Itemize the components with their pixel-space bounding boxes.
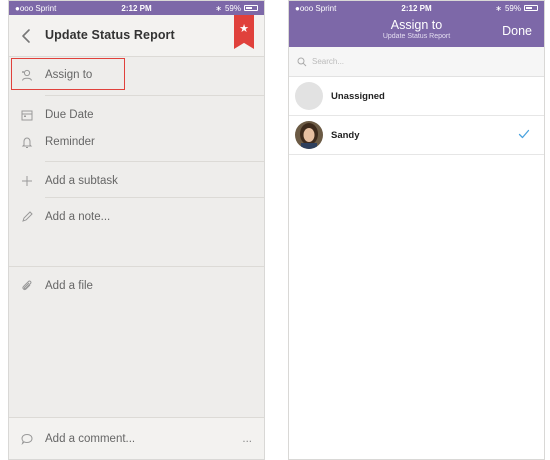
bluetooth-icon: ∗ bbox=[495, 3, 502, 13]
comment-bar[interactable]: Add a comment... ... bbox=[9, 417, 264, 459]
search-icon bbox=[297, 57, 307, 66]
divider bbox=[45, 95, 264, 96]
add-file-label: Add a file bbox=[45, 280, 93, 292]
battery-icon bbox=[244, 5, 258, 11]
battery-percent: 59% bbox=[504, 3, 521, 13]
assign-to-label: Assign to bbox=[45, 69, 93, 81]
divider bbox=[9, 266, 264, 267]
task-detail-screen: ●ooo Sprint 2:12 PM ∗ 59% Update Status … bbox=[8, 0, 265, 460]
task-title: Update Status Report bbox=[45, 28, 175, 42]
assign-screen: ●ooo Sprint 2:12 PM ∗ 59% Assign to Upda… bbox=[288, 0, 545, 460]
assignee-row-sandy[interactable]: Sandy bbox=[289, 116, 544, 155]
assignee-row-unassigned[interactable]: Unassigned bbox=[289, 77, 544, 116]
task-header: Update Status Report ★ bbox=[9, 15, 264, 57]
battery-percent: 59% bbox=[224, 3, 241, 13]
add-subtask-label: Add a subtask bbox=[45, 175, 118, 187]
carrier-label: ●ooo Sprint bbox=[15, 3, 57, 13]
divider bbox=[45, 197, 264, 198]
due-date-row[interactable]: Due Date bbox=[9, 105, 264, 125]
person-icon bbox=[9, 68, 45, 82]
add-file-row[interactable]: Add a file bbox=[9, 276, 264, 296]
calendar-icon bbox=[9, 109, 45, 121]
chevron-left-icon[interactable] bbox=[17, 26, 37, 46]
avatar-placeholder bbox=[295, 82, 323, 110]
reminder-row[interactable]: Reminder bbox=[9, 132, 264, 152]
search-input[interactable] bbox=[312, 57, 512, 66]
speech-bubble-icon bbox=[9, 433, 45, 445]
divider bbox=[45, 161, 264, 162]
checkmark-icon bbox=[518, 129, 530, 139]
carrier-label: ●ooo Sprint bbox=[295, 3, 337, 13]
pencil-icon bbox=[9, 211, 45, 223]
nav-bar: ●ooo Sprint 2:12 PM ∗ 59% Assign to Upda… bbox=[289, 1, 544, 47]
assignee-name: Sandy bbox=[331, 129, 360, 141]
comment-input-placeholder[interactable]: Add a comment... bbox=[45, 433, 135, 445]
add-note-label: Add a note... bbox=[45, 211, 111, 223]
add-note-row[interactable]: Add a note... bbox=[9, 207, 264, 227]
search-bar bbox=[289, 47, 544, 77]
status-bar: ●ooo Sprint 2:12 PM ∗ 59% bbox=[9, 1, 264, 15]
assignee-name: Unassigned bbox=[331, 90, 385, 102]
star-icon[interactable]: ★ bbox=[234, 22, 254, 35]
battery-icon bbox=[524, 5, 538, 11]
bluetooth-icon: ∗ bbox=[215, 3, 222, 13]
done-button[interactable]: Done bbox=[502, 24, 532, 38]
plus-icon bbox=[9, 175, 45, 187]
bell-icon bbox=[9, 136, 45, 149]
add-subtask-row[interactable]: Add a subtask bbox=[9, 171, 264, 191]
status-bar: ●ooo Sprint 2:12 PM ∗ 59% bbox=[289, 1, 544, 15]
avatar bbox=[295, 121, 323, 149]
due-date-label: Due Date bbox=[45, 109, 94, 121]
assign-to-row[interactable]: Assign to bbox=[9, 65, 264, 85]
reminder-label: Reminder bbox=[45, 136, 95, 148]
paperclip-icon bbox=[9, 280, 45, 292]
more-options-icon[interactable]: ... bbox=[242, 433, 252, 445]
